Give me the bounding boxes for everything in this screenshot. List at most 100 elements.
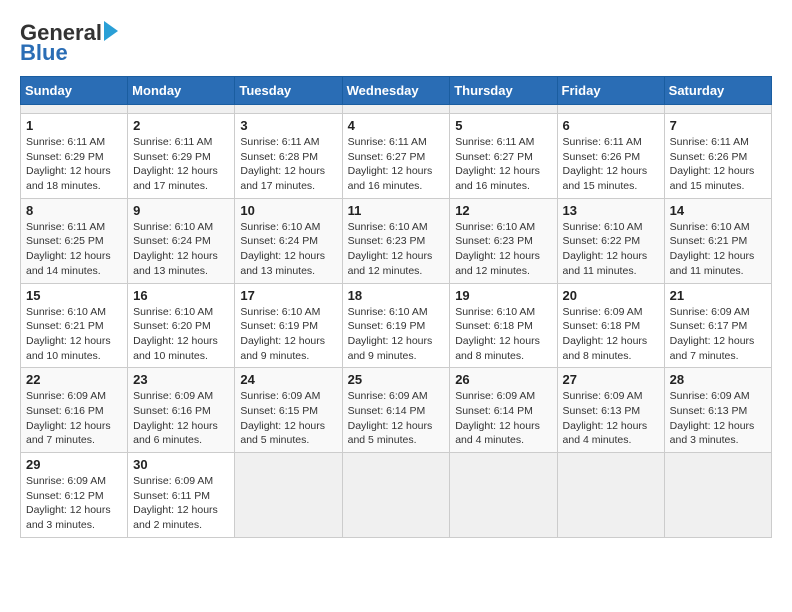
day-number: 22 [26, 372, 122, 387]
calendar-week-row [21, 105, 772, 114]
calendar-table: SundayMondayTuesdayWednesdayThursdayFrid… [20, 76, 772, 538]
column-header-thursday: Thursday [450, 77, 557, 105]
day-detail: Sunrise: 6:09 AMSunset: 6:16 PMDaylight:… [133, 389, 229, 448]
calendar-cell: 17 Sunrise: 6:10 AMSunset: 6:19 PMDayligh… [235, 283, 342, 368]
day-detail: Sunrise: 6:09 AMSunset: 6:13 PMDaylight:… [563, 389, 659, 448]
calendar-cell [450, 105, 557, 114]
day-number: 5 [455, 118, 551, 133]
day-number: 25 [348, 372, 445, 387]
day-number: 8 [26, 203, 122, 218]
day-detail: Sunrise: 6:09 AMSunset: 6:13 PMDaylight:… [670, 389, 766, 448]
logo-blue: Blue [20, 40, 68, 66]
day-detail: Sunrise: 6:09 AMSunset: 6:18 PMDaylight:… [563, 305, 659, 364]
day-detail: Sunrise: 6:10 AMSunset: 6:24 PMDaylight:… [133, 220, 229, 279]
day-detail: Sunrise: 6:11 AMSunset: 6:27 PMDaylight:… [455, 135, 551, 194]
calendar-header-row: SundayMondayTuesdayWednesdayThursdayFrid… [21, 77, 772, 105]
day-detail: Sunrise: 6:10 AMSunset: 6:18 PMDaylight:… [455, 305, 551, 364]
calendar-cell [235, 453, 342, 538]
calendar-cell [128, 105, 235, 114]
calendar-cell: 4 Sunrise: 6:11 AMSunset: 6:27 PMDaylight… [342, 114, 450, 199]
column-header-tuesday: Tuesday [235, 77, 342, 105]
calendar-cell [557, 105, 664, 114]
calendar-cell: 2Sunrise: 6:11 AMSunset: 6:29 PMDaylight… [128, 114, 235, 199]
column-header-wednesday: Wednesday [342, 77, 450, 105]
day-number: 27 [563, 372, 659, 387]
day-detail: Sunrise: 6:11 AMSunset: 6:26 PMDaylight:… [670, 135, 766, 194]
column-header-monday: Monday [128, 77, 235, 105]
day-detail: Sunrise: 6:10 AMSunset: 6:19 PMDaylight:… [348, 305, 445, 364]
calendar-cell: 25Sunrise: 6:09 AMSunset: 6:14 PMDayligh… [342, 368, 450, 453]
calendar-cell: 22 Sunrise: 6:09 AMSunset: 6:16 PMDayligh… [21, 368, 128, 453]
calendar-cell: 28 Sunrise: 6:09 AMSunset: 6:13 PMDayligh… [664, 368, 771, 453]
calendar-cell: 27 Sunrise: 6:09 AMSunset: 6:13 PMDayligh… [557, 368, 664, 453]
calendar-cell [21, 105, 128, 114]
calendar-cell: 20Sunrise: 6:09 AMSunset: 6:18 PMDayligh… [557, 283, 664, 368]
day-detail: Sunrise: 6:10 AMSunset: 6:22 PMDaylight:… [563, 220, 659, 279]
day-detail: Sunrise: 6:11 AMSunset: 6:29 PMDaylight:… [133, 135, 229, 194]
calendar-cell: 15Sunrise: 6:10 AMSunset: 6:21 PMDayligh… [21, 283, 128, 368]
calendar-cell: 24 Sunrise: 6:09 AMSunset: 6:15 PMDayligh… [235, 368, 342, 453]
day-number: 3 [240, 118, 336, 133]
day-detail: Sunrise: 6:11 AMSunset: 6:28 PMDaylight:… [240, 135, 336, 194]
day-number: 26 [455, 372, 551, 387]
column-header-saturday: Saturday [664, 77, 771, 105]
day-number: 14 [670, 203, 766, 218]
day-detail: Sunrise: 6:11 AMSunset: 6:27 PMDaylight:… [348, 135, 445, 194]
calendar-cell: 29 Sunrise: 6:09 AMSunset: 6:12 PMDayligh… [21, 453, 128, 538]
day-number: 12 [455, 203, 551, 218]
calendar-cell: 1 Sunrise: 6:11 AMSunset: 6:29 PMDaylight… [21, 114, 128, 199]
day-detail: Sunrise: 6:11 AMSunset: 6:25 PMDaylight:… [26, 220, 122, 279]
day-number: 11 [348, 203, 445, 218]
day-number: 30 [133, 457, 229, 472]
day-number: 13 [563, 203, 659, 218]
day-number: 18 [348, 288, 445, 303]
day-number: 4 [348, 118, 445, 133]
day-detail: Sunrise: 6:09 AMSunset: 6:15 PMDaylight:… [240, 389, 336, 448]
day-number: 16 [133, 288, 229, 303]
calendar-cell [664, 453, 771, 538]
day-detail: Sunrise: 6:10 AMSunset: 6:21 PMDaylight:… [670, 220, 766, 279]
calendar-week-row: 15Sunrise: 6:10 AMSunset: 6:21 PMDayligh… [21, 283, 772, 368]
day-detail: Sunrise: 6:10 AMSunset: 6:19 PMDaylight:… [240, 305, 336, 364]
day-detail: Sunrise: 6:10 AMSunset: 6:24 PMDaylight:… [240, 220, 336, 279]
day-number: 19 [455, 288, 551, 303]
calendar-cell: 23Sunrise: 6:09 AMSunset: 6:16 PMDayligh… [128, 368, 235, 453]
calendar-cell: 11Sunrise: 6:10 AMSunset: 6:23 PMDayligh… [342, 198, 450, 283]
calendar-cell: 6 Sunrise: 6:11 AMSunset: 6:26 PMDaylight… [557, 114, 664, 199]
calendar-cell: 30 Sunrise: 6:09 AMSunset: 6:11 PMDayligh… [128, 453, 235, 538]
column-header-sunday: Sunday [21, 77, 128, 105]
day-detail: Sunrise: 6:09 AMSunset: 6:11 PMDaylight:… [133, 474, 229, 533]
day-detail: Sunrise: 6:09 AMSunset: 6:17 PMDaylight:… [670, 305, 766, 364]
day-number: 17 [240, 288, 336, 303]
calendar-cell: 10Sunrise: 6:10 AMSunset: 6:24 PMDayligh… [235, 198, 342, 283]
day-detail: Sunrise: 6:10 AMSunset: 6:20 PMDaylight:… [133, 305, 229, 364]
calendar-cell: 18 Sunrise: 6:10 AMSunset: 6:19 PMDayligh… [342, 283, 450, 368]
calendar-cell [342, 105, 450, 114]
day-number: 29 [26, 457, 122, 472]
day-number: 21 [670, 288, 766, 303]
day-detail: Sunrise: 6:09 AMSunset: 6:16 PMDaylight:… [26, 389, 122, 448]
calendar-cell: 21 Sunrise: 6:09 AMSunset: 6:17 PMDayligh… [664, 283, 771, 368]
calendar-cell [664, 105, 771, 114]
day-number: 7 [670, 118, 766, 133]
day-detail: Sunrise: 6:11 AMSunset: 6:29 PMDaylight:… [26, 135, 122, 194]
calendar-cell: 13 Sunrise: 6:10 AMSunset: 6:22 PMDayligh… [557, 198, 664, 283]
day-detail: Sunrise: 6:10 AMSunset: 6:23 PMDaylight:… [455, 220, 551, 279]
calendar-cell: 26Sunrise: 6:09 AMSunset: 6:14 PMDayligh… [450, 368, 557, 453]
logo: General Blue [20, 20, 118, 66]
day-detail: Sunrise: 6:10 AMSunset: 6:21 PMDaylight:… [26, 305, 122, 364]
calendar-week-row: 8 Sunrise: 6:11 AMSunset: 6:25 PMDaylight… [21, 198, 772, 283]
day-detail: Sunrise: 6:09 AMSunset: 6:12 PMDaylight:… [26, 474, 122, 533]
calendar-cell [342, 453, 450, 538]
calendar-week-row: 1 Sunrise: 6:11 AMSunset: 6:29 PMDaylight… [21, 114, 772, 199]
calendar-cell: 8 Sunrise: 6:11 AMSunset: 6:25 PMDaylight… [21, 198, 128, 283]
day-number: 24 [240, 372, 336, 387]
calendar-cell: 9Sunrise: 6:10 AMSunset: 6:24 PMDaylight… [128, 198, 235, 283]
calendar-cell: 12 Sunrise: 6:10 AMSunset: 6:23 PMDayligh… [450, 198, 557, 283]
calendar-week-row: 22 Sunrise: 6:09 AMSunset: 6:16 PMDayligh… [21, 368, 772, 453]
day-detail: Sunrise: 6:11 AMSunset: 6:26 PMDaylight:… [563, 135, 659, 194]
day-number: 28 [670, 372, 766, 387]
day-number: 1 [26, 118, 122, 133]
calendar-cell [450, 453, 557, 538]
day-number: 6 [563, 118, 659, 133]
